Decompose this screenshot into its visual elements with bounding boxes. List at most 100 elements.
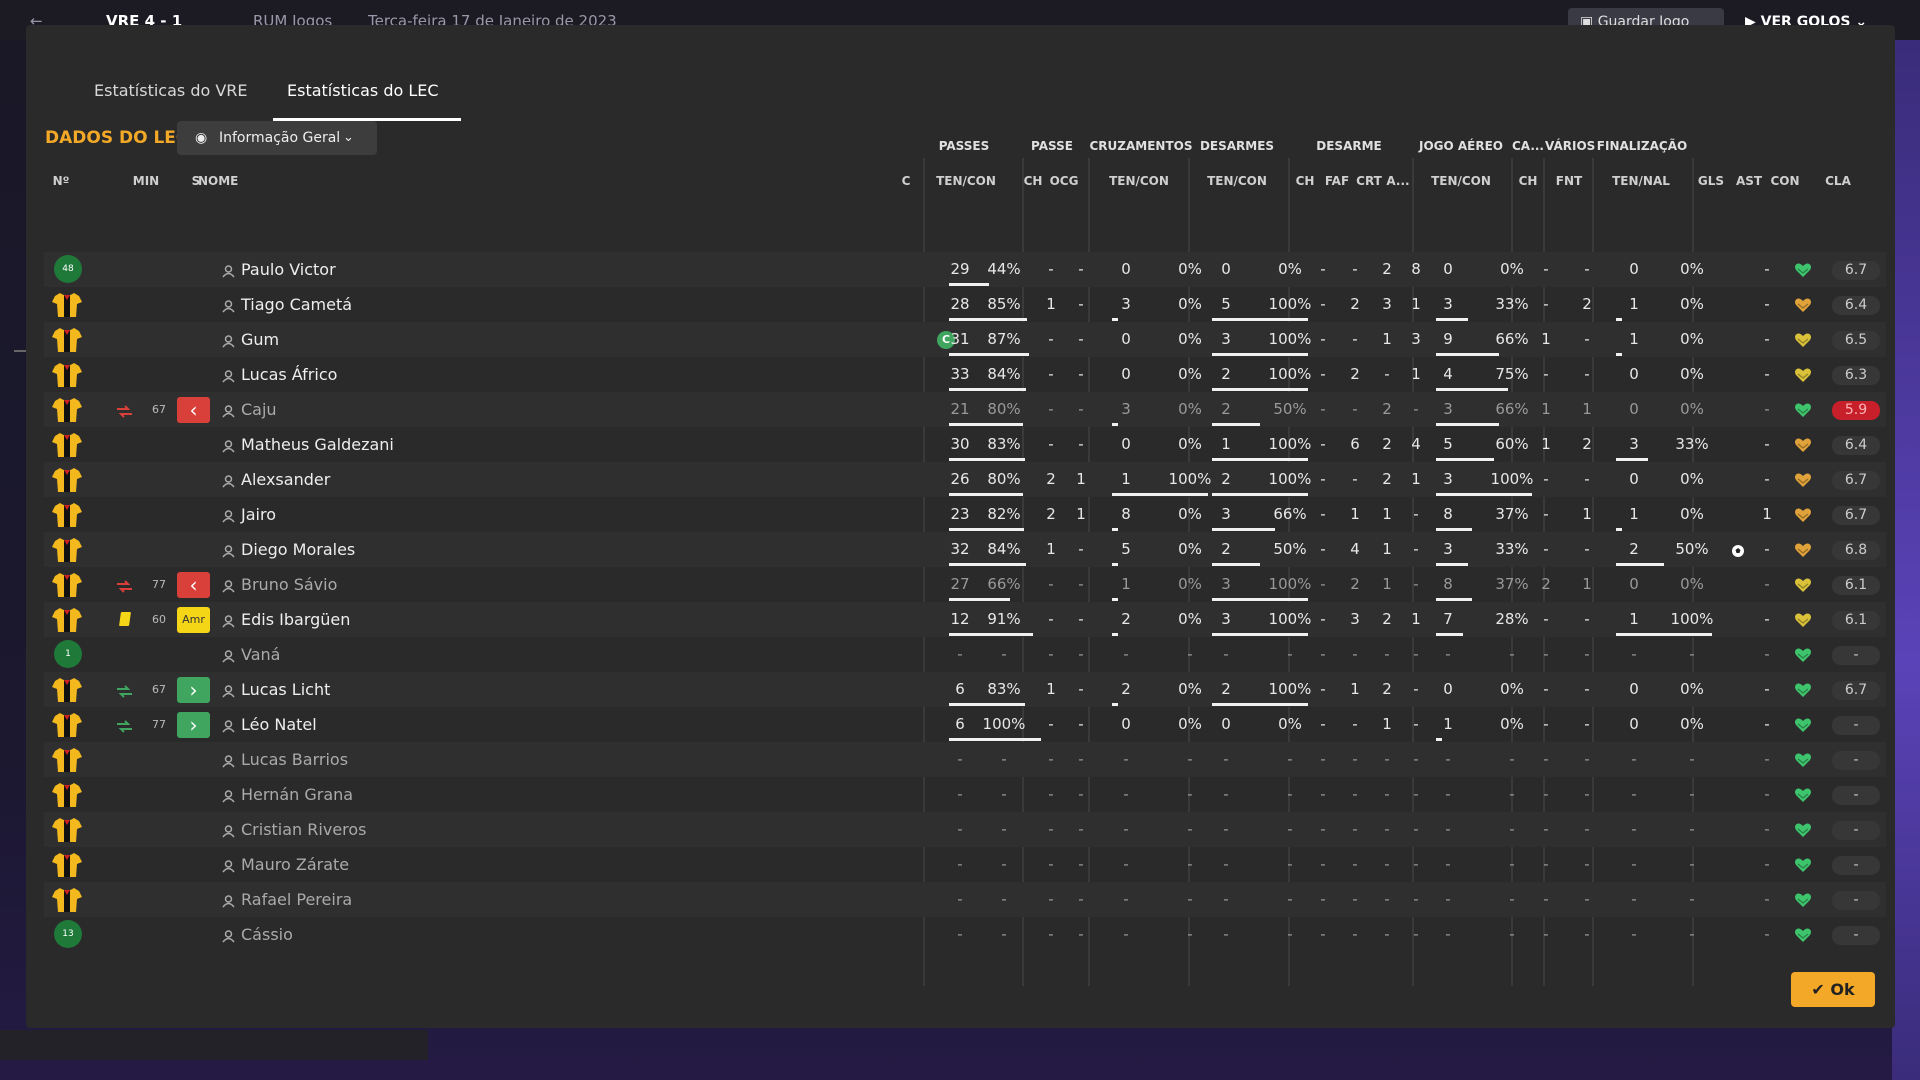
col-number[interactable]: Nº — [44, 174, 78, 188]
player-name[interactable]: Matheus Galdezani — [241, 427, 394, 462]
table-row[interactable]: 48 Paulo Victor 29 44% 0 0% 0 0% 0 0% 0 0% - - - -2 8- - -… — [44, 252, 1886, 287]
player-name[interactable]: Cássio — [241, 917, 293, 952]
crosses-percent: 0% — [1178, 260, 1202, 278]
aerial-percent: - — [1509, 890, 1515, 908]
col-goals[interactable]: GLS — [1696, 174, 1726, 188]
player-name[interactable]: Alexsander — [241, 462, 330, 497]
table-row[interactable]: 13 Cássio - - - - - - - - - - - - - - - - - - - - — [44, 917, 1886, 952]
player-name[interactable]: Lucas Licht — [241, 672, 330, 707]
col-tackle-faf[interactable]: FAF — [1322, 174, 1352, 188]
col-pass-ocg[interactable]: OCG — [1046, 174, 1082, 188]
crosses-percent: - — [1187, 890, 1193, 908]
aerial-percent: - — [1509, 855, 1515, 873]
finishing-bar — [1616, 458, 1648, 461]
table-row[interactable]: Lucas Áfrico 33 84% 0 0% 2 100% 4 75% 0 0% - - - 2 - 1 - -… — [44, 357, 1886, 392]
player-name[interactable]: Tiago Cametá — [241, 287, 352, 322]
player-name[interactable]: Léo Natel — [241, 707, 317, 742]
crosses-attempts: 1 — [1121, 575, 1131, 593]
passes-attempts: 23 — [950, 505, 970, 523]
col-finishing[interactable]: TEN/NAL — [1596, 174, 1686, 188]
table-row[interactable]: ‹ 67 Caju 21 80% 3 0% 2 50% 3 66% 0 0% - - - - 2 - 1 1 - 5.9 — [44, 392, 1886, 427]
player-name[interactable]: Edis Ibargüen — [241, 602, 350, 637]
finishing-percent: 0% — [1680, 715, 1704, 733]
table-row[interactable]: Hernán Grana - - - - - - - - - - - - - - - - - - - - — [44, 777, 1886, 812]
tackle-ch-value: - — [1320, 365, 1326, 383]
table-row[interactable]: Matheus Galdezani 30 83% 0 0% 1 100% 5 60% 3 33% - -… — [44, 427, 1886, 462]
ok-button[interactable]: ✔ Ok — [1791, 972, 1875, 1007]
table-row[interactable]: Cristian Riveros - - - - - - - - - - - - - - - - - - - - — [44, 812, 1886, 847]
table-row[interactable]: Lucas Barrios - - - - - - - - - - - - - - - - - - - - — [44, 742, 1886, 777]
tackles-percent: - — [1287, 890, 1293, 908]
passes-attempts: - — [957, 855, 963, 873]
player-name[interactable]: Diego Morales — [241, 532, 355, 567]
pass-ch-value: - — [1048, 925, 1054, 943]
tackle-faf-value: - — [1352, 330, 1358, 348]
finishing-percent: - — [1689, 785, 1695, 803]
table-row[interactable]: Alexsander 26 80% 1 100% 2 100% 3 100% 0 0% 2 1 - - 2 1 -… — [44, 462, 1886, 497]
player-name[interactable]: Lucas Áfrico — [241, 357, 337, 392]
player-name[interactable]: Rafael Pereira — [241, 882, 352, 917]
player-name[interactable]: Cristian Riveros — [241, 812, 367, 847]
pass-ch-value: 1 — [1046, 295, 1056, 313]
player-name[interactable]: Gum — [241, 322, 279, 357]
col-ca-ch[interactable]: CH — [1515, 174, 1541, 188]
col-misc-fnt[interactable]: FNT — [1549, 174, 1589, 188]
tackle-ch-value: - — [1320, 610, 1326, 628]
player-name[interactable]: Paulo Victor — [241, 252, 336, 287]
col-crosses[interactable]: TEN/CON — [1094, 174, 1184, 188]
table-row[interactable]: Diego Morales 32 84% 5 0% 2 50% 3 33% 2 50% 1- -4 1- -… — [44, 532, 1886, 567]
player-name[interactable]: Lucas Barrios — [241, 742, 348, 777]
player-name[interactable]: Jairo — [241, 497, 276, 532]
col-assists[interactable]: AST — [1734, 174, 1764, 188]
tackle-crt-value: - — [1384, 820, 1390, 838]
ca-ch-value: - — [1543, 295, 1549, 313]
tackles-percent: - — [1287, 925, 1293, 943]
ca-ch-value: - — [1543, 750, 1549, 768]
player-stats-table: PASSES PASSE CRUZAMENTOS DESARMES DESARM… — [26, 125, 1895, 986]
col-tackles[interactable]: TEN/CON — [1192, 174, 1282, 188]
table-row[interactable]: 1 Vaná - - - - - - - - - - - - - - - - - - - - — [44, 637, 1886, 672]
tackle-a-value: 8 — [1411, 260, 1421, 278]
pass-ocg-value: - — [1078, 295, 1084, 313]
tab-lec-stats[interactable]: Estatísticas do LEC — [273, 63, 461, 121]
col-minutes[interactable]: MIN — [126, 174, 166, 188]
col-rating[interactable]: CLA — [1818, 174, 1858, 188]
table-row[interactable]: › 67 Lucas Licht 6 83% 2 0% 2 100% 0 0% 0 0% 1 - - 1 2 - - -… — [44, 672, 1886, 707]
table-row[interactable]: Rafael Pereira - - - - - - - - - - - - - - - - - - - - — [44, 882, 1886, 917]
table-row[interactable]: Tiago Cametá 28 85% 3 0% 5 100% 3 33% 1 0% 1 - - 2 3 1 - 2… — [44, 287, 1886, 322]
passes-attempts: 28 — [950, 295, 970, 313]
col-passes[interactable]: TEN/CON — [926, 174, 1006, 188]
col-tackle-crt[interactable]: CRT — [1354, 174, 1384, 188]
aerial-bar — [1436, 738, 1442, 741]
tackle-faf-value: 2 — [1350, 365, 1360, 383]
crosses-percent: 0% — [1178, 715, 1202, 733]
col-tackle-ch[interactable]: CH — [1292, 174, 1318, 188]
player-name[interactable]: Hernán Grana — [241, 777, 353, 812]
player-name[interactable]: Bruno Sávio — [241, 567, 337, 602]
col-condition[interactable]: CON — [1768, 174, 1802, 188]
table-row[interactable]: Amr 60 Edis Ibargüen 12 91% 2 0% 3 100% 7 28% 1 100%… — [44, 602, 1886, 637]
table-row[interactable]: Mauro Zárate - - - - - - - - - - - - - - - - - - - - — [44, 847, 1886, 882]
tab-vre-stats[interactable]: Estatísticas do VRE — [94, 63, 248, 117]
table-row[interactable]: › 77 Léo Natel 6 100% 0 0% 0 0% 1 0% 0 0% - - - -1- - - - - — [44, 707, 1886, 742]
player-name[interactable]: Caju — [241, 392, 277, 427]
player-name[interactable]: Vaná — [241, 637, 280, 672]
crosses-attempts: - — [1123, 855, 1129, 873]
tackles-percent: 100% — [1268, 330, 1312, 348]
table-row[interactable]: Jairo 23 82% 8 0% 3 66% 8 37% 1 0% 2 1 - 1 1 - - 1 1 6.7 — [44, 497, 1886, 532]
col-name[interactable]: NOME — [198, 174, 248, 188]
finishing-percent: - — [1689, 855, 1695, 873]
tackle-a-value: - — [1413, 750, 1419, 768]
condition-heart-icon — [1794, 891, 1812, 909]
col-captain[interactable]: C — [896, 174, 916, 188]
col-tackle-a[interactable]: A... — [1386, 174, 1410, 188]
tackles-attempts: - — [1223, 890, 1229, 908]
player-name[interactable]: Mauro Zárate — [241, 847, 349, 882]
tackles-bar — [1212, 703, 1308, 706]
table-row[interactable]: ‹ 77 Bruno Sávio 27 66% 1 0% 3 100% 8 37% 0 0% - - - 2 1 -… — [44, 567, 1886, 602]
misc-fnt-value: - — [1584, 540, 1590, 558]
table-row[interactable]: Gum C 31 87% 0 0% 3 100% 9 66% 1 0% - - - -1 3 1- -6.5 — [44, 322, 1886, 357]
tackles-attempts: 0 — [1221, 715, 1231, 733]
crosses-bar — [1112, 633, 1118, 636]
col-aerial[interactable]: TEN/CON — [1416, 174, 1506, 188]
